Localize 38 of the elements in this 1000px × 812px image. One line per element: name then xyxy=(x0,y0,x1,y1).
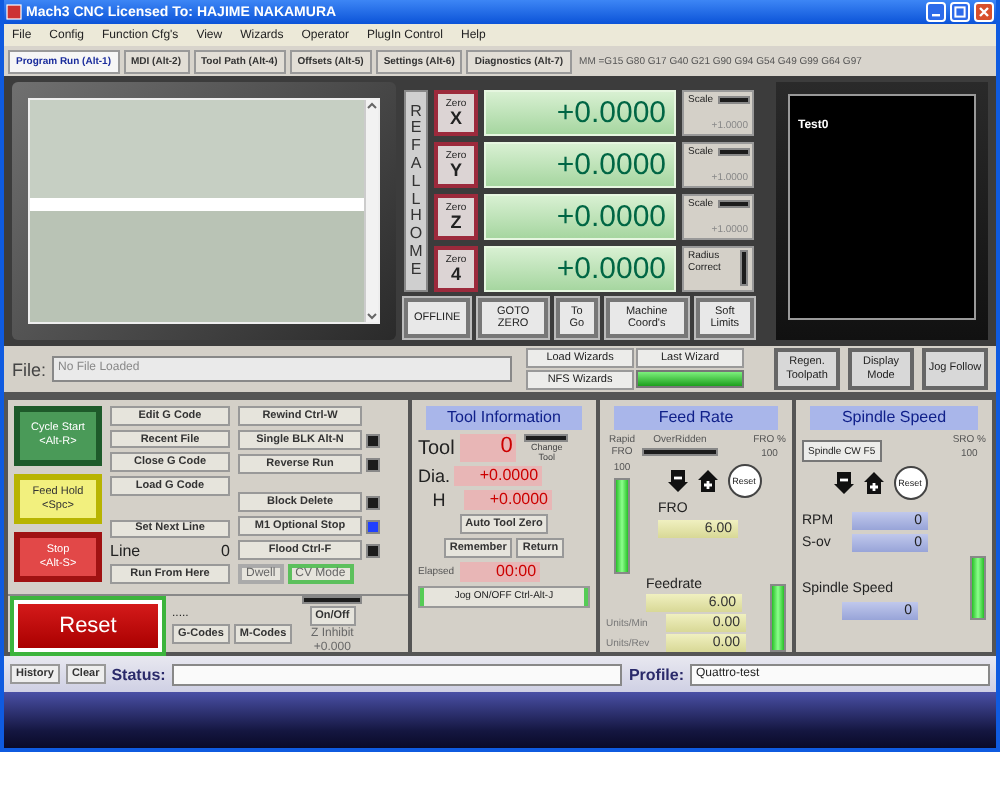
line-label: Line xyxy=(110,542,141,561)
diameter-value: +0.0000 xyxy=(454,466,543,486)
minimize-button[interactable] xyxy=(926,2,946,22)
tool-value: 0 xyxy=(460,434,517,462)
maximize-button[interactable] xyxy=(950,2,970,22)
up-arrow-icon xyxy=(863,472,883,494)
increase-button[interactable] xyxy=(863,472,883,494)
decrease-button[interactable] xyxy=(833,472,853,494)
elapsed-value: 00:00 xyxy=(460,562,541,582)
reset-button[interactable]: Reset xyxy=(14,599,162,651)
axis-readout: +0.0000 xyxy=(484,142,676,188)
decrease-button[interactable] xyxy=(667,470,687,492)
panel-title: Spindle Speed xyxy=(810,406,978,430)
close-icon xyxy=(978,6,990,18)
panel-title: Feed Rate xyxy=(614,406,778,430)
down-arrow-icon xyxy=(833,472,853,494)
increase-button[interactable] xyxy=(697,470,717,492)
file-label: File: xyxy=(12,359,47,379)
close-button[interactable] xyxy=(974,2,994,22)
height-value: +0.0000 xyxy=(464,490,552,510)
ref-all-home-button[interactable]: REF ALL HOME xyxy=(404,90,428,292)
axis-readout: +0.0000 xyxy=(484,194,676,240)
profile-label: Profile: xyxy=(628,665,684,683)
scroll-up-icon xyxy=(366,100,378,112)
scrollbar[interactable] xyxy=(364,100,378,322)
tool-label: Tool xyxy=(418,437,455,459)
maximize-icon xyxy=(954,6,966,18)
axis-readout: +0.0000 xyxy=(484,90,676,136)
status-label: Status: xyxy=(111,665,166,683)
axis-readout: +0.0000 xyxy=(484,246,676,292)
app-icon xyxy=(6,4,22,20)
line-value: 0 xyxy=(221,542,230,561)
scroll-down-icon xyxy=(366,310,378,322)
down-arrow-icon xyxy=(667,470,687,492)
panel-title: Tool Information xyxy=(426,406,582,430)
height-label: H xyxy=(430,490,448,510)
diameter-label: Dia. xyxy=(418,466,451,486)
up-arrow-icon xyxy=(697,470,717,492)
